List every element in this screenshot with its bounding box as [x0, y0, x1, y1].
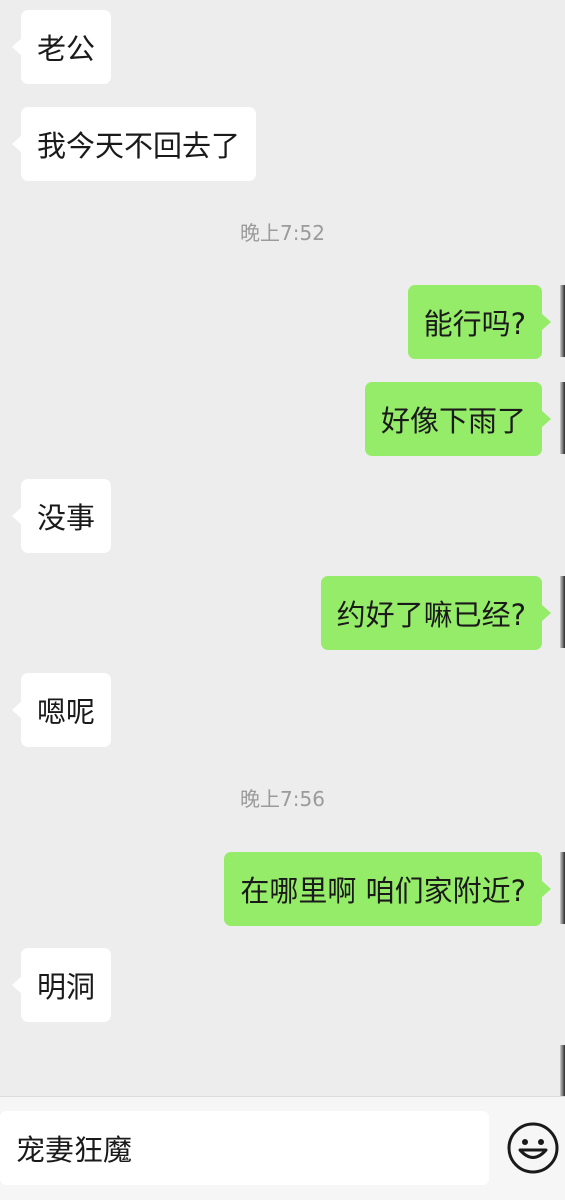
message-bubble-received[interactable]: 明洞: [11, 948, 112, 1022]
input-bar: 宠妻狂魔: [0, 1096, 565, 1200]
self-avatar[interactable]: [560, 382, 565, 454]
message-text: 能行吗?: [423, 307, 526, 341]
message-timestamp: 晚上7:56: [240, 787, 325, 811]
message-text: 好像下雨了: [380, 404, 526, 438]
message-text: 明洞: [37, 970, 96, 1004]
message-bubble-sent[interactable]: 能行吗?: [407, 285, 552, 359]
message-text: 老公: [37, 32, 96, 66]
chat-message-area[interactable]: 老公 我今天不回去了 晚上7:52 能行吗? 好像下雨了 没事 约好了嘛已经? …: [0, 0, 565, 1096]
smiley-face-icon: [507, 1122, 559, 1174]
message-bubble-received[interactable]: 嗯呢: [11, 673, 112, 747]
self-avatar[interactable]: [560, 285, 565, 357]
message-text: 我今天不回去了: [37, 129, 241, 163]
emoji-button[interactable]: [506, 1121, 560, 1175]
message-text: 没事: [37, 501, 96, 535]
self-avatar[interactable]: [560, 852, 565, 924]
message-text: 约好了嘛已经?: [336, 598, 526, 632]
self-avatar[interactable]: [560, 1045, 565, 1096]
message-bubble-received[interactable]: 我今天不回去了: [11, 107, 257, 181]
self-avatar[interactable]: [560, 576, 565, 648]
message-bubble-received[interactable]: 没事: [11, 479, 112, 553]
message-input[interactable]: 宠妻狂魔: [0, 1111, 489, 1185]
message-timestamp: 晚上7:52: [240, 221, 325, 245]
message-text: 在哪里啊 咱们家附近?: [240, 874, 526, 908]
message-bubble-received[interactable]: 老公: [11, 10, 112, 84]
message-bubble-sent[interactable]: 在哪里啊 咱们家附近?: [224, 852, 551, 926]
message-bubble-sent[interactable]: 好像下雨了: [364, 382, 552, 456]
message-input-value: 宠妻狂魔: [16, 1133, 133, 1167]
message-bubble-sent[interactable]: 约好了嘛已经?: [320, 576, 552, 650]
message-text: 嗯呢: [37, 695, 96, 729]
